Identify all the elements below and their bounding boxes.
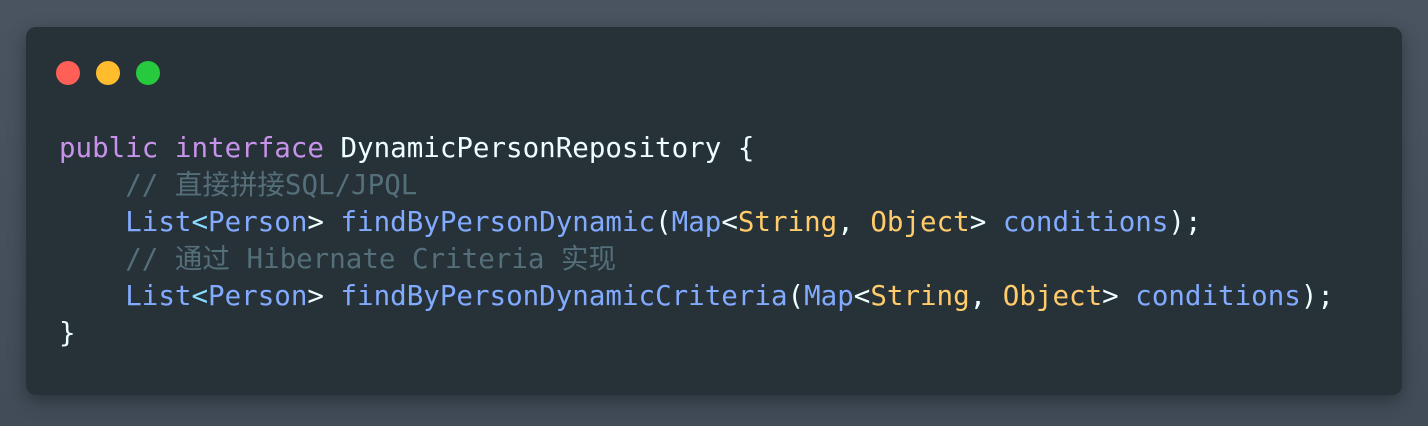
code-token: Object [1002,280,1103,312]
code-token: findByPersonDynamic [340,206,656,238]
close-dot-icon[interactable] [56,61,80,85]
maximize-dot-icon[interactable] [136,61,160,85]
code-token: Object [870,206,970,238]
code-token: conditions [1135,280,1301,312]
code-token: Map [804,280,854,312]
code-token: > [307,206,341,238]
code-comment: // 直接拼接SQL/JPQL [59,169,418,201]
code-token: ( [787,280,805,312]
code-token: < [853,280,871,312]
minimize-dot-icon[interactable] [96,61,120,85]
code-token: } [59,317,76,349]
code-token: Person [208,206,308,238]
code-token: List [125,206,192,238]
code-line: // 通过 Hibernate Criteria 实现 [59,241,1334,278]
code-token: ); [1168,206,1202,238]
code-token: DynamicPersonRepository { [323,132,755,164]
code-token: < [721,206,738,238]
code-token: < [191,280,209,312]
code-token: ( [655,206,672,238]
code-token: > [307,280,341,312]
code-token: > [1102,280,1136,312]
code-comment: // 通过 Hibernate Criteria 实现 [59,243,617,275]
code-token: conditions [1002,206,1169,238]
code-token: List [125,280,192,312]
code-token: ); [1300,280,1334,312]
code-token: findByPersonDynamicCriteria [340,280,788,312]
code-window: public interface DynamicPersonRepository… [26,27,1402,395]
code-token: < [191,206,209,238]
code-token: Map [671,206,722,238]
code-line: List<Person> findByPersonDynamicCriteria… [59,278,1334,315]
code-token: , [837,206,871,238]
code-token: interface [174,132,324,164]
code-token: Person [208,280,308,312]
code-token: String [870,280,970,312]
code-token: public [59,132,159,164]
code-line: public interface DynamicPersonRepository… [59,130,1334,167]
code-token: , [969,280,1003,312]
code-line: // 直接拼接SQL/JPQL [59,167,1334,204]
code-line: List<Person> findByPersonDynamic(Map<Str… [59,204,1334,241]
code-token: > [969,206,1003,238]
code-line: } [59,315,1334,352]
code-token: String [737,206,838,238]
code-block: public interface DynamicPersonRepository… [59,130,1334,352]
